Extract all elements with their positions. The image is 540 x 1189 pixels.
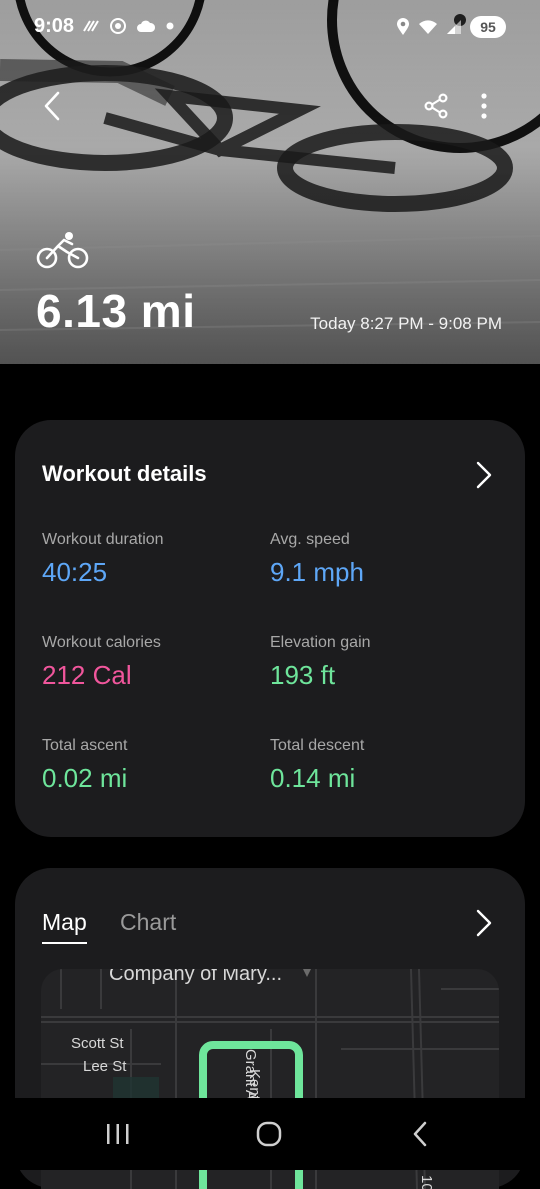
workout-details-card[interactable]: Workout details Workout duration 40:25 A…	[15, 420, 525, 837]
cycling-icon	[36, 232, 89, 269]
metric-total-descent: Total descent 0.14 mi	[270, 737, 490, 794]
map-route-label: 107	[418, 1175, 435, 1189]
metric-label: Workout calories	[42, 634, 161, 651]
more-options-button[interactable]	[462, 84, 506, 128]
chrome-icon	[110, 18, 126, 34]
metric-workout-calories: Workout calories 212 Cal	[42, 634, 262, 691]
status-time: 9:08	[34, 15, 75, 37]
chevron-left-icon	[44, 91, 60, 121]
cloud-icon	[137, 20, 156, 32]
tab-map[interactable]: Map	[42, 909, 87, 944]
card-title: Workout details	[42, 461, 207, 486]
share-button[interactable]	[414, 84, 458, 128]
metric-value: 212 Cal	[42, 660, 132, 690]
metric-label: Total descent	[270, 737, 365, 754]
metric-label: Elevation gain	[270, 634, 371, 651]
metric-label: Avg. speed	[270, 531, 350, 548]
metric-value: 40:25	[42, 557, 108, 587]
map-poi-label: Company of Mary...	[109, 969, 283, 985]
tab-chart[interactable]: Chart	[120, 909, 176, 936]
metric-value: 9.1 mph	[270, 557, 364, 587]
metric-value: 0.02 mi	[42, 763, 128, 793]
map-street-label: Lee St	[83, 1058, 127, 1075]
signal-icon	[447, 20, 461, 34]
chevron-right-icon[interactable]	[473, 460, 495, 490]
metric-workout-duration: Workout duration 40:25	[42, 531, 262, 588]
map-street-label: Grant A	[242, 1049, 259, 1100]
workout-time-range: Today 8:27 PM - 9:08 PM	[310, 314, 502, 333]
metric-avg-speed: Avg. speed 9.1 mph	[270, 531, 490, 588]
back-nav-button[interactable]	[400, 1118, 440, 1150]
more-vertical-icon	[481, 93, 487, 119]
home-icon	[256, 1121, 282, 1147]
calls-icon	[83, 20, 99, 32]
recents-icon	[107, 1124, 129, 1144]
metric-label: Total ascent	[42, 737, 128, 754]
location-icon	[397, 18, 409, 35]
status-bar: 9:08 95	[0, 0, 540, 56]
dot-icon	[166, 22, 174, 30]
workout-distance: 6.13 mi	[36, 285, 196, 337]
chevron-right-icon[interactable]	[473, 908, 495, 938]
metric-value: 0.14 mi	[270, 763, 356, 793]
battery-indicator: 95	[470, 16, 506, 38]
metric-elevation-gain: Elevation gain 193 ft	[270, 634, 490, 691]
share-icon	[424, 93, 448, 119]
metric-total-ascent: Total ascent 0.02 mi	[42, 737, 262, 794]
map-street-label: Scott St	[71, 1035, 124, 1052]
back-button[interactable]	[30, 84, 74, 128]
metric-label: Workout duration	[42, 531, 164, 548]
hero-banner: 9:08 95 6.13 mi Today 8:27 PM - 9:08 PM	[0, 0, 540, 364]
home-button[interactable]	[249, 1118, 289, 1150]
recents-button[interactable]	[98, 1118, 138, 1150]
metric-value: 193 ft	[270, 660, 336, 690]
wifi-icon	[419, 20, 437, 34]
navigation-bar	[0, 1098, 540, 1170]
back-icon	[413, 1121, 427, 1147]
